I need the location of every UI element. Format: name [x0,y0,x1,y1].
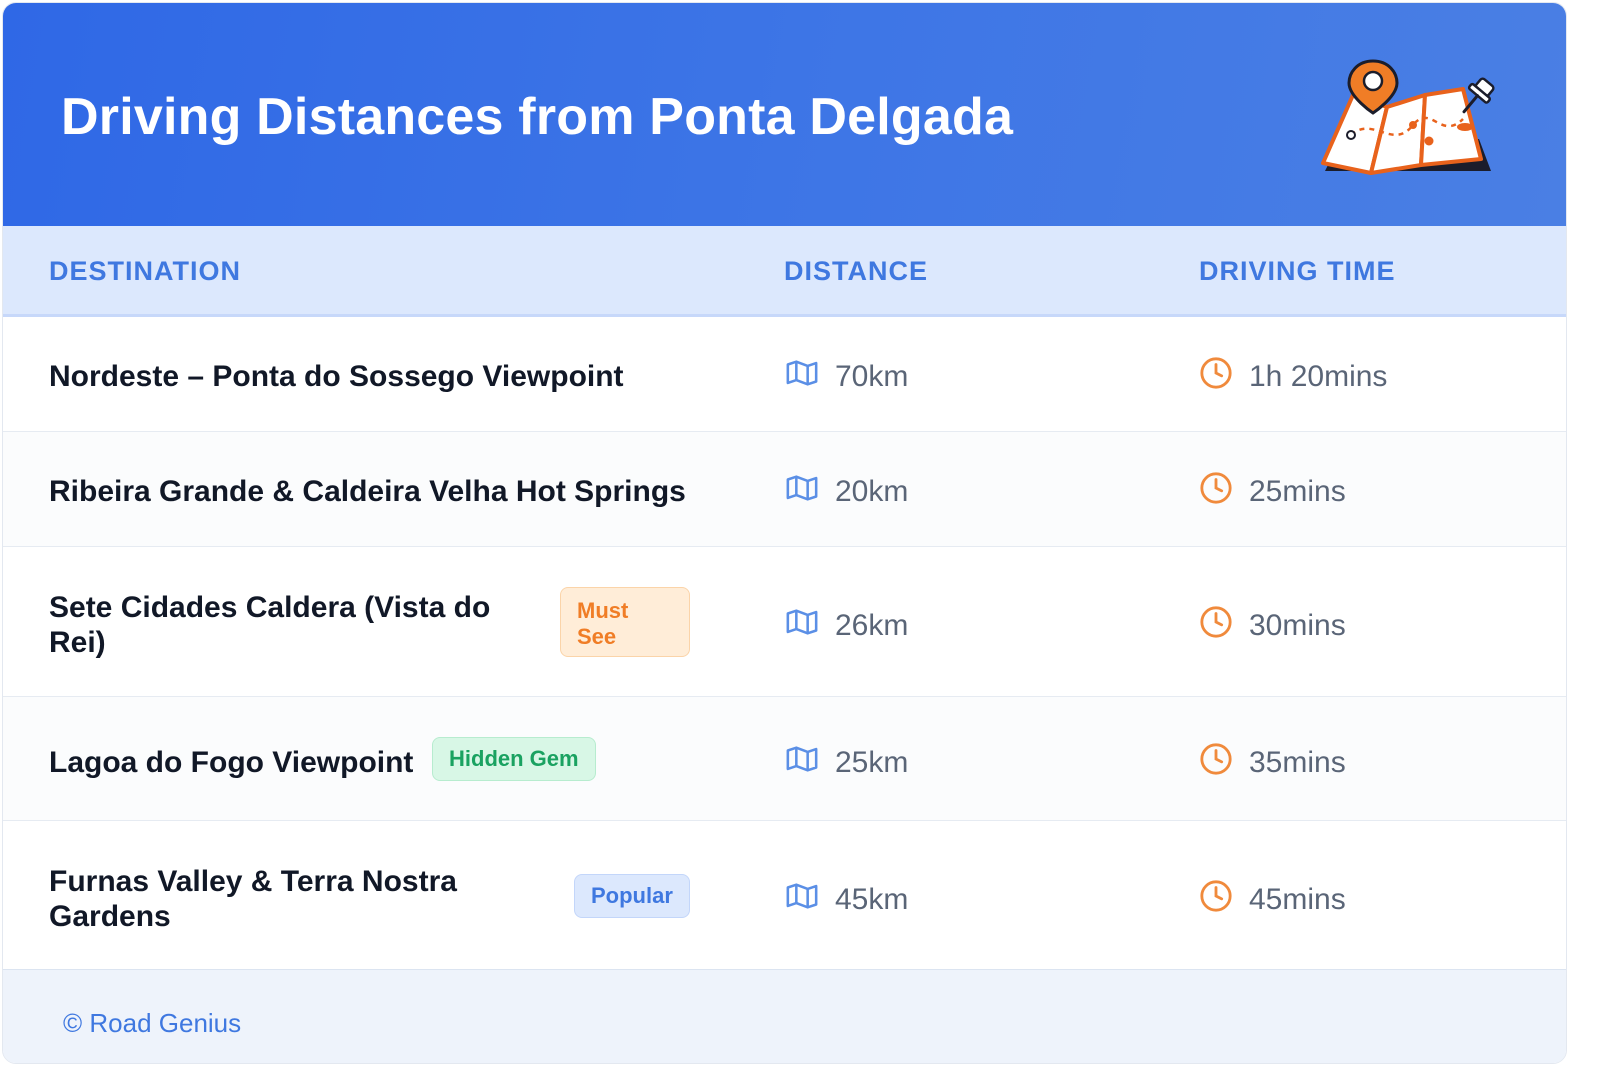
map-icon [786,746,818,772]
clock-icon [1200,743,1232,775]
map-icon [786,883,818,909]
clock-icon [1200,880,1232,912]
map-icon [786,475,818,501]
distance-value: 26km [835,609,909,642]
destination-name: Furnas Valley & Terra Nostra Gardens [49,865,457,933]
map-icon [786,609,818,635]
table-header: DESTINATION DISTANCE DRIVING TIME [3,226,1566,317]
page-title: Driving Distances from Ponta Delgada [61,88,1014,146]
popular-badge: Popular [574,874,690,918]
destination-name: Nordeste – Ponta do Sossego Viewpoint [49,360,624,393]
distance-value: 25km [835,746,909,779]
distance-value: 45km [835,883,909,916]
card-footer: © Road Genius [3,969,1566,1063]
column-header-destination: DESTINATION [49,256,241,286]
table-row: Ribeira Grande & Caldeira Velha Hot Spri… [3,432,1566,547]
must-see-badge: Must See [560,587,690,657]
copyright-text: © Road Genius [63,1008,242,1038]
destination-name: Ribeira Grande & Caldeira Velha Hot Spri… [49,475,686,508]
table-row: Furnas Valley & Terra Nostra Gardens Pop… [3,821,1566,969]
table-row: Sete Cidades Caldera (Vista do Rei) Must… [3,547,1566,697]
driving-time-value: 45mins [1249,883,1346,916]
column-header-distance: DISTANCE [784,256,929,286]
card-header: Driving Distances from Ponta Delgada [3,3,1566,226]
map-icon [786,360,818,386]
column-header-driving-time: DRIVING TIME [1199,256,1396,286]
folded-map-with-location-pin-icon [1321,59,1495,175]
distance-card: Driving Distances from Ponta Delgada DES… [2,2,1567,1064]
destination-name: Sete Cidades Caldera (Vista do Rei) [49,591,491,659]
table-row: Lagoa do Fogo Viewpoint Hidden Gem 25km … [3,697,1566,821]
driving-time-value: 30mins [1249,609,1346,642]
distance-value: 70km [835,360,909,393]
driving-time-value: 35mins [1249,746,1346,779]
table-row: Nordeste – Ponta do Sossego Viewpoint 70… [3,317,1566,432]
clock-icon [1200,357,1232,389]
destination-name: Lagoa do Fogo Viewpoint [49,746,414,779]
driving-time-value: 25mins [1249,475,1346,508]
driving-time-value: 1h 20mins [1249,360,1388,393]
clock-icon [1200,472,1232,504]
hidden-gem-badge: Hidden Gem [432,737,596,781]
distance-value: 20km [835,475,909,508]
clock-icon [1200,606,1232,638]
